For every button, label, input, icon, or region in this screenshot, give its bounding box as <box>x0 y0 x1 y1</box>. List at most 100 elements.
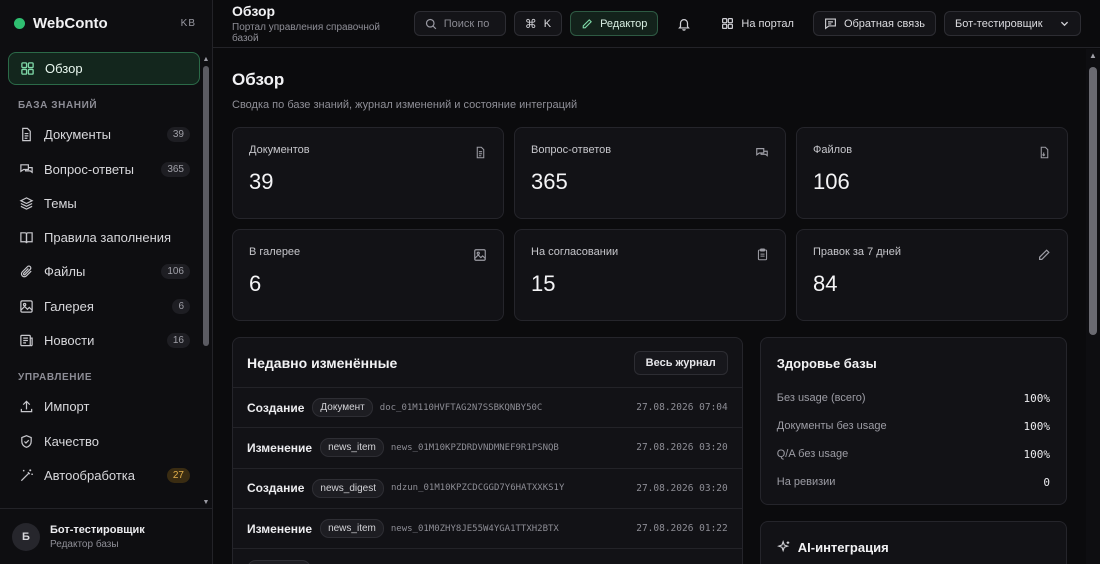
ai-integration-title: AI-интеграция <box>797 540 889 555</box>
table-row[interactable]: Создание Документ doc_01M110HVFTAG2N7SSB… <box>233 388 742 429</box>
shield-icon <box>18 433 34 449</box>
stat-value: 365 <box>531 169 568 194</box>
message-icon <box>824 17 837 30</box>
sidebar-item-import[interactable]: Импорт <box>8 390 200 423</box>
stat-card-files[interactable]: Файлов 106 <box>796 127 1068 219</box>
sidebar-item-overview[interactable]: Обзор <box>8 52 200 85</box>
table-row[interactable] <box>233 549 742 564</box>
full-log-button[interactable]: Весь журнал <box>633 350 728 375</box>
brand[interactable]: WebConto KB <box>0 0 212 46</box>
sidebar-item-quality[interactable]: Качество <box>8 425 200 458</box>
command-palette-button[interactable]: ⌘ K <box>513 11 563 36</box>
images-icon <box>18 298 34 314</box>
table-row[interactable]: Изменение news_item news_01M0ZHY8JE55W4Y… <box>233 509 742 550</box>
document-icon <box>18 127 34 143</box>
sidebar-item-qa[interactable]: Вопрос-ответы 365 <box>8 153 200 186</box>
stat-label: Вопрос-ответов <box>531 144 612 156</box>
sidebar-item-files[interactable]: Файлы 106 <box>8 255 200 288</box>
row-action: Создание <box>247 481 305 496</box>
stat-value: 84 <box>813 271 838 296</box>
table-row[interactable]: Изменение news_item news_01M10KPZDRDVNDM… <box>233 428 742 469</box>
stat-card-documents[interactable]: Документов 39 <box>232 127 504 219</box>
sidebar-item-label: Галерея <box>44 298 94 314</box>
feedback-button[interactable]: Обратная связь <box>812 11 936 36</box>
stat-card-edits-week[interactable]: Правок за 7 дней 84 <box>796 229 1068 321</box>
count-badge: 27 <box>166 467 190 483</box>
main-scrollbar[interactable]: ▲ <box>1086 49 1100 564</box>
row-timestamp: 27.08.2026 01:22 <box>636 523 728 535</box>
row-action: Создание <box>247 400 305 415</box>
row-action: Изменение <box>247 440 313 455</box>
stat-card-gallery[interactable]: В галерее 6 <box>232 229 504 321</box>
grid-icon <box>19 61 35 77</box>
section-knowledge-base: База знаний <box>18 100 98 112</box>
sidebar-item-label: Новости <box>44 333 95 349</box>
topbar-title-block: Обзор Портал управления справочной базой <box>232 3 406 44</box>
count-badge: 16 <box>166 333 190 349</box>
upload-icon <box>18 399 34 415</box>
health-value: 100% <box>1023 447 1051 461</box>
content: Обзор Сводка по базе знаний, журнал изме… <box>213 49 1086 564</box>
count-badge: 39 <box>166 127 190 143</box>
sidebar-item-topics[interactable]: Темы <box>8 187 200 220</box>
sidebar-item-news[interactable]: Новости 16 <box>8 324 200 357</box>
paperclip-icon <box>18 264 34 280</box>
sidebar-item-label: Файлы <box>44 264 86 280</box>
lower-section: Недавно изменённые Весь журнал Создание … <box>232 337 1067 564</box>
health-label: На ревизии <box>776 476 836 488</box>
sidebar-item-label: Правила заполнения <box>44 230 172 246</box>
stat-value: 39 <box>249 169 274 194</box>
brand-logo-icon <box>14 17 25 29</box>
editor-button[interactable]: Редактор <box>570 11 659 36</box>
count-badge: 365 <box>161 161 190 177</box>
sparkle-icon <box>776 540 791 554</box>
stat-card-qa[interactable]: Вопрос-ответов 365 <box>514 127 786 219</box>
scrollbar-thumb[interactable] <box>1089 67 1097 335</box>
health-label: Документы без usage <box>776 420 887 432</box>
row-type-badge: news_digest <box>312 478 384 498</box>
stat-label: Документов <box>249 144 310 156</box>
notifications-button[interactable] <box>666 11 702 36</box>
health-card: Здоровье базы Без usage (всего) 100% Доку… <box>759 337 1067 505</box>
topbar-title: Обзор <box>232 3 276 19</box>
sidebar-item-autoprocessing[interactable]: Автообработка 27 <box>8 459 200 492</box>
pencil-icon <box>581 18 593 30</box>
stat-value: 106 <box>813 169 850 194</box>
newspaper-icon <box>18 333 34 349</box>
recent-changes-header: Недавно изменённые Весь журнал <box>233 338 742 388</box>
sidebar-item-gallery[interactable]: Галерея 6 <box>8 290 200 323</box>
stat-card-approval[interactable]: На согласовании 15 <box>514 229 786 321</box>
workspace-initials[interactable]: KB <box>181 18 196 29</box>
table-row[interactable]: Создание news_digest ndzun_01M10KPZCDCGG… <box>233 469 742 509</box>
sidebar-scrollbar[interactable]: ▲ ▼ <box>202 56 210 506</box>
row-action: Изменение <box>247 521 313 536</box>
sidebar-item-label: Качество <box>44 433 99 449</box>
row-id: doc_01M110HVFTAG2N7SSBKQNBY50C <box>379 402 543 413</box>
stat-label: Файлов <box>813 144 853 156</box>
scrollbar-thumb[interactable] <box>203 66 209 346</box>
brand-name: WebConto <box>33 14 108 32</box>
search-input[interactable]: Поиск по <box>413 11 506 36</box>
health-row: Без usage (всего) 100% <box>777 384 1050 412</box>
row-timestamp: 27.08.2026 03:20 <box>636 482 728 494</box>
scroll-up-icon[interactable]: ▲ <box>1086 51 1100 60</box>
page-subtitle: Сводка по базе знаний, журнал изменений … <box>232 99 578 111</box>
document-icon <box>474 146 487 159</box>
chat-icon <box>18 161 34 177</box>
portal-button[interactable]: На портал <box>710 11 805 36</box>
row-timestamp: 27.08.2026 03:20 <box>636 442 728 454</box>
sidebar-item-label: Темы <box>44 195 77 211</box>
editor-label: Редактор <box>600 17 648 30</box>
scroll-down-icon[interactable]: ▼ <box>202 499 210 506</box>
sidebar-item-documents[interactable]: Документы 39 <box>8 118 200 151</box>
scroll-up-icon[interactable]: ▲ <box>202 56 210 63</box>
sidebar-item-fill-rules[interactable]: Правила заполнения <box>8 221 200 254</box>
profile-dropdown[interactable]: Бот-тестировщик <box>944 11 1081 36</box>
book-icon <box>18 230 34 246</box>
stat-value: 6 <box>249 271 262 296</box>
feedback-label: Обратная связь <box>843 17 925 30</box>
user-card[interactable]: Б Бот-тестировщик Редактор базы <box>0 508 212 564</box>
sidebar-item-label: Импорт <box>44 399 90 415</box>
health-label: Q/A без usage <box>776 448 849 460</box>
user-role: Редактор базы <box>50 538 119 550</box>
